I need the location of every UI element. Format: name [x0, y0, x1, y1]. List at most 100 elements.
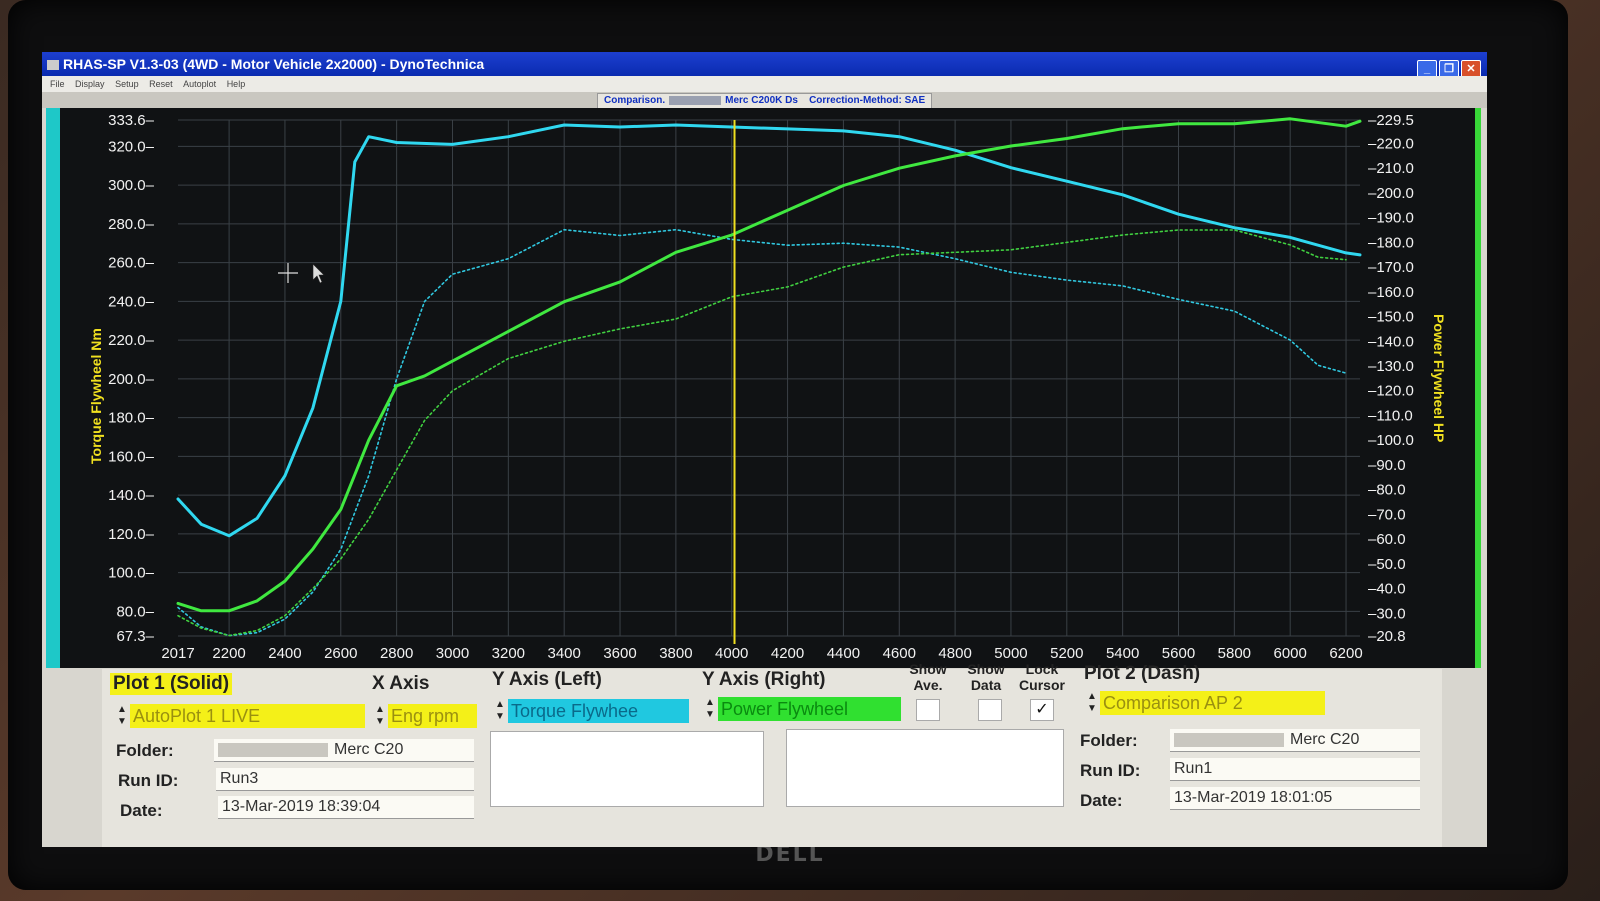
y-left-select[interactable]: Torque Flywhee: [508, 699, 689, 723]
y-left-tick-label: 180.0–: [108, 410, 155, 427]
menu-file[interactable]: File: [50, 79, 65, 89]
x-axis-header: X Axis: [372, 673, 430, 694]
y-left-tick-label: 320.0–: [108, 138, 155, 155]
y-right-tick-label: –140.0: [1368, 333, 1414, 350]
dyno-chart[interactable]: 2017 2200 2400 2600 2800 3000 3200 3400 3600 3800…: [60, 108, 1475, 668]
comparison-info: Comparison. Merc C200K Ds Correction-Meth…: [597, 93, 933, 109]
app-icon: [47, 60, 59, 71]
y-left-tick-label: 300.0–: [108, 177, 155, 194]
menu-display[interactable]: Display: [75, 79, 105, 89]
crosshair-icon: [278, 263, 298, 283]
plot1-runid-field[interactable]: Run3: [216, 768, 474, 791]
plot2-select[interactable]: Comparison AP 2: [1100, 691, 1325, 715]
plot2-runid-label: Run ID:: [1080, 761, 1141, 780]
y-left-header: Y Axis (Left): [492, 669, 602, 690]
x-tick-label: 3800: [659, 645, 692, 662]
x-tick-label: 4800: [938, 645, 971, 662]
plot1-date-label: Date:: [120, 801, 163, 820]
y-right-tick-label: –210.0: [1368, 160, 1414, 177]
x-tick-label: 3400: [547, 645, 580, 662]
x-tick-label: 4000: [715, 645, 748, 662]
y-right-tick-label: –170.0: [1368, 259, 1414, 276]
show-data-label: Show Data: [967, 661, 1005, 693]
y-right-tick-label: –200.0: [1368, 185, 1414, 202]
plot2-folder-field[interactable]: Merc C20: [1170, 729, 1420, 752]
x-tick-label: 6000: [1274, 645, 1307, 662]
show-data-checkbox[interactable]: [978, 699, 1002, 721]
plot1-header: Plot 1 (Solid): [110, 673, 233, 695]
menu-setup[interactable]: Setup: [115, 79, 139, 89]
y-left-list-box[interactable]: [490, 731, 764, 807]
plot2-date-field[interactable]: 13-Mar-2019 18:01:05: [1170, 787, 1420, 810]
window-title: RHAS-SP V1.3-03 (4WD - Motor Vehicle 2x2…: [63, 56, 485, 72]
y-left-tick-label: 120.0–: [108, 526, 155, 543]
y-left-tick-label: 333.6–: [108, 112, 155, 129]
menu-autoplot[interactable]: Autoplot: [183, 79, 216, 89]
y-right-tick-label: –100.0: [1368, 432, 1414, 449]
correction-method: Correction-Method: SAE: [809, 95, 926, 106]
menu-reset[interactable]: Reset: [149, 79, 173, 89]
y-left-tick-label: 80.0–: [116, 603, 154, 620]
y-right-spinner[interactable]: ▲ ▼: [704, 697, 716, 721]
plot1-folder-label: Folder:: [116, 741, 174, 760]
x-tick-label: 3200: [492, 645, 525, 662]
x-tick-label: 2600: [324, 645, 357, 662]
y-left-tick-label: 200.0–: [108, 371, 155, 388]
plot2-spinner[interactable]: ▲ ▼: [1086, 691, 1098, 715]
plot1-folder-field[interactable]: Merc C20: [214, 739, 474, 762]
redacted-block: [669, 95, 722, 105]
x-tick-label: 4200: [771, 645, 804, 662]
y-right-select[interactable]: Power Flywheel: [718, 697, 901, 721]
right-axis-label: Power Flywheel HP: [1431, 314, 1447, 443]
show-ave-label: Show Ave.: [909, 661, 947, 693]
y-right-tick-label: –160.0: [1368, 284, 1414, 301]
plot2-runid-field[interactable]: Run1: [1170, 758, 1420, 781]
y-right-list-box[interactable]: [786, 729, 1064, 807]
y-left-tick-label: 140.0–: [108, 487, 155, 504]
x-tick-label: 5200: [1050, 645, 1083, 662]
torque-series-dotted: [177, 228, 1347, 637]
show-ave-checkbox[interactable]: [916, 699, 940, 721]
y-right-tick-label: –30.0: [1368, 605, 1406, 622]
y-left-tick-label: 67.3–: [116, 628, 154, 645]
y-right-tick-label: –180.0: [1368, 234, 1414, 251]
control-panel: Plot 1 (Solid) ▲ ▼ AutoPlot 1 LIVE X Axis…: [102, 661, 1442, 847]
left-axis-strip: [46, 108, 60, 668]
plot1-runid-label: Run ID:: [118, 771, 179, 790]
menu-help[interactable]: Help: [227, 79, 246, 89]
x-tick-label: 5000: [994, 645, 1027, 662]
plot1-spinner[interactable]: ▲ ▼: [116, 704, 128, 728]
y-right-tick-label: –60.0: [1368, 531, 1406, 548]
lock-cursor-label: Lock Cursor: [1019, 661, 1065, 693]
plot1-select[interactable]: AutoPlot 1 LIVE: [130, 704, 365, 728]
x-tick-label: 2200: [212, 645, 245, 662]
plot2-date-label: Date:: [1080, 791, 1123, 810]
y-right-tick-label: –220.0: [1368, 135, 1414, 152]
plot1-date-field[interactable]: 13-Mar-2019 18:39:04: [218, 796, 474, 819]
comparison-label: Comparison.: [604, 95, 666, 106]
plot2-header: Plot 2 (Dash): [1084, 663, 1201, 684]
x-tick-label: 3600: [603, 645, 636, 662]
plot2-folder-value: Merc C20: [1290, 731, 1360, 748]
y-left-tick-label: 260.0–: [108, 255, 155, 272]
y-right-tick-label: –110.0: [1368, 407, 1413, 424]
y-right-tick-label: –90.0: [1368, 457, 1406, 474]
x-tick-label: 5800: [1218, 645, 1251, 662]
y-left-tick-label: 280.0–: [108, 216, 155, 233]
plot1-folder-value: Merc C20: [334, 741, 404, 758]
plot2-folder-label: Folder:: [1080, 731, 1138, 750]
y-left-spinner[interactable]: ▲ ▼: [494, 699, 506, 723]
info-bar: Comparison. Merc C200K Ds Correction-Meth…: [42, 92, 1487, 109]
x-axis-spinner[interactable]: ▲ ▼: [374, 704, 386, 728]
mouse-pointer-icon: [312, 263, 325, 284]
y-right-tick-label: –130.0: [1368, 358, 1414, 375]
x-tick-label: 2017: [161, 645, 194, 662]
x-tick-label: 4600: [883, 645, 916, 662]
y-left-tick-label: 240.0–: [108, 293, 155, 310]
x-axis-select[interactable]: Eng rpm: [388, 704, 477, 728]
lock-cursor-checkbox[interactable]: ✓: [1030, 699, 1054, 721]
y-right-tick-label: –20.8: [1368, 628, 1406, 645]
vehicle-name: Merc C200K Ds: [725, 95, 798, 106]
x-tick-label: 3000: [436, 645, 469, 662]
plot-area[interactable]: 2017 2200 2400 2600 2800 3000 3200 3400 3600 3800…: [60, 108, 1475, 668]
